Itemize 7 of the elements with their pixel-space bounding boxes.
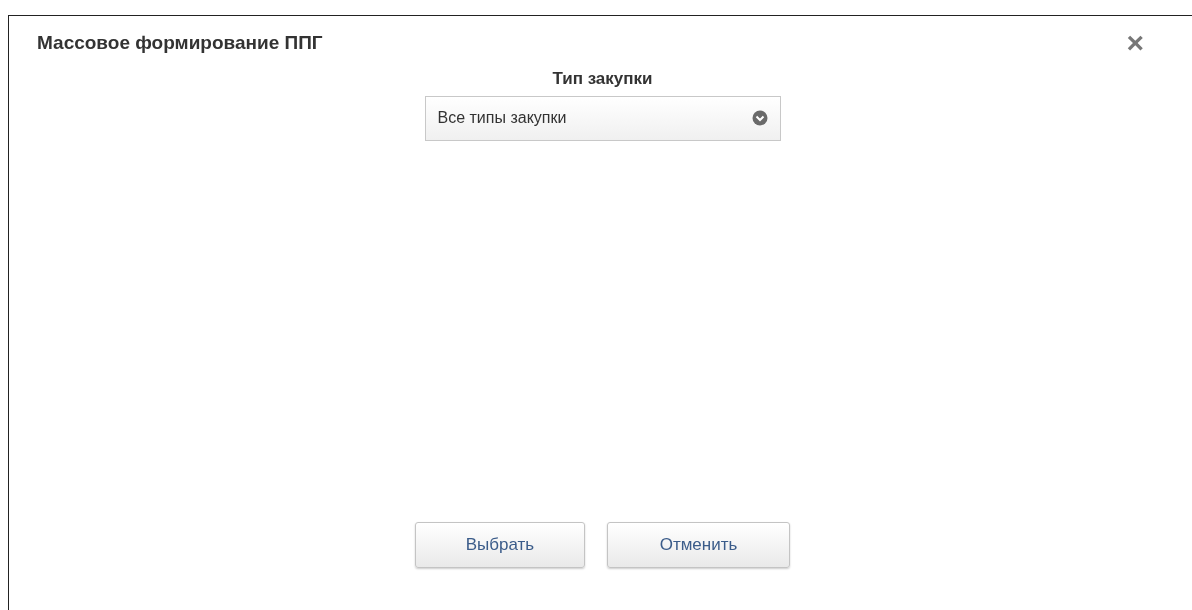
dialog-title: Массовое формирование ППГ [37, 30, 323, 55]
select-button[interactable]: Выбрать [415, 522, 585, 568]
field-label: Тип закупки [551, 68, 654, 90]
purchase-type-dropdown[interactable]: Все типы закупки [424, 95, 781, 141]
cancel-button[interactable]: Отменить [607, 522, 790, 568]
chevron-down-icon [751, 110, 768, 126]
close-button[interactable]: × [1122, 28, 1148, 58]
